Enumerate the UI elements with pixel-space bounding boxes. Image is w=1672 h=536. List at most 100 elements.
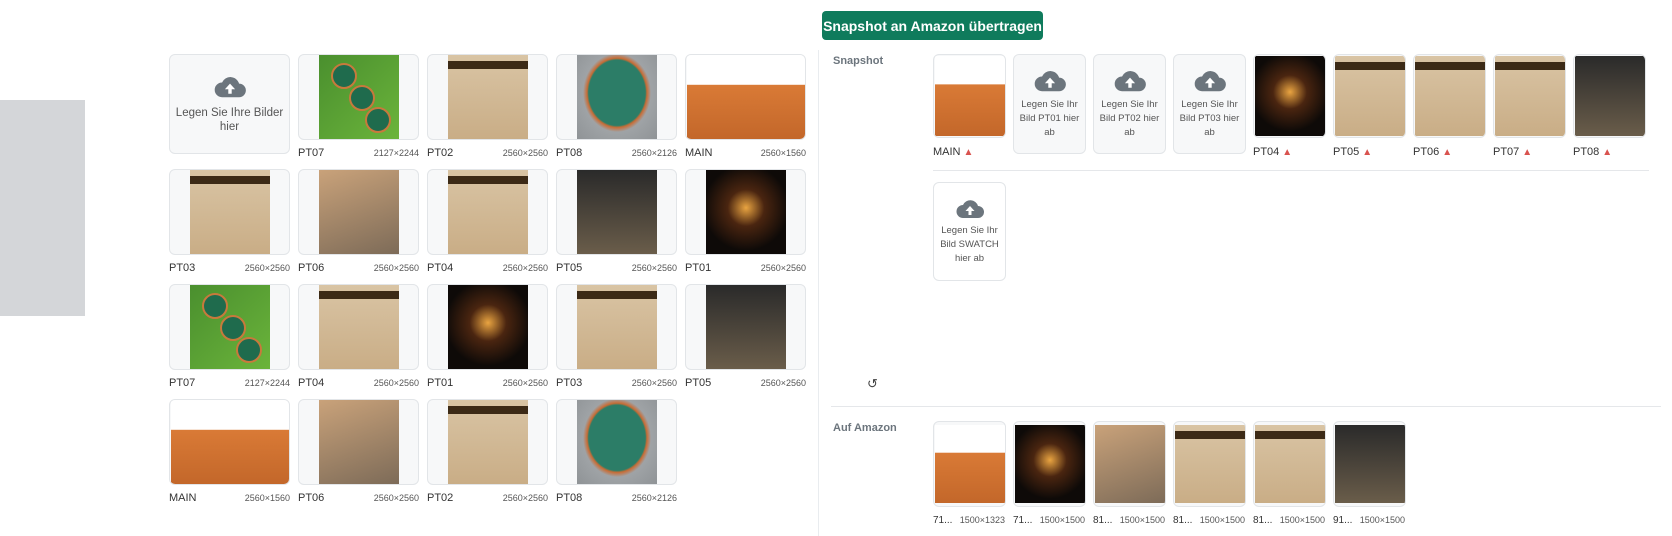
image-pool-item[interactable]: PT08 2560×2126 — [556, 399, 677, 514]
image-name: PT07 — [169, 377, 196, 389]
image-dimensions: 1500×1500 — [1199, 515, 1245, 525]
image-pool-item[interactable]: PT02 2560×2560 — [427, 54, 548, 169]
image-name: PT04 — [298, 377, 325, 389]
slot-name: PT08 — [1573, 146, 1600, 158]
image-pool-item[interactable]: PT03 2560×2560 — [169, 169, 290, 284]
snapshot-slot[interactable]: PT06 ▲ — [1413, 54, 1486, 158]
image-name: PT02 — [427, 147, 454, 159]
image-dimensions: 2560×1560 — [760, 148, 806, 158]
image-pool-item[interactable]: PT04 2560×2560 — [298, 284, 419, 399]
image-name: PT02 — [427, 492, 454, 504]
image-name: PT06 — [298, 262, 325, 274]
snapshot-upload-slot[interactable]: Legen Sie Ihr Bild PT03 hier ab — [1173, 54, 1246, 158]
snapshot-upload-slot[interactable]: Legen Sie Ihr Bild PT01 hier ab — [1013, 54, 1086, 158]
warning-icon: ▲ — [1602, 146, 1613, 158]
image-dimensions: 2560×2560 — [502, 493, 548, 503]
image-pool-item[interactable]: MAIN 2560×1560 — [169, 399, 290, 514]
amazon-image-item[interactable]: 81... 1500×1500 — [1093, 421, 1166, 526]
image-dimensions: 2560×1560 — [244, 493, 290, 503]
image-dimensions: 1500×1500 — [1359, 515, 1405, 525]
amazon-image-item[interactable]: 91... 1500×1500 — [1333, 421, 1406, 526]
slot-name: PT05 — [1333, 146, 1360, 158]
snapshot-transfer-button[interactable]: Snapshot an Amazon übertragen — [822, 11, 1043, 40]
image-name: MAIN — [169, 492, 197, 504]
upload-cloud-icon — [1193, 68, 1227, 94]
image-dimensions: 2560×2560 — [760, 263, 806, 273]
snapshot-grid: MAIN ▲ Legen Sie Ihr Bild PT01 hier ab Lege… — [933, 54, 1646, 158]
amazon-image-item[interactable]: 81... 1500×1500 — [1173, 421, 1246, 526]
upload-label: Legen Sie Ihr Bild PT01 hier ab — [1019, 99, 1080, 138]
product-image — [1014, 425, 1085, 503]
image-pool-item[interactable]: PT06 2560×2560 — [298, 399, 419, 514]
product-image — [1254, 56, 1325, 136]
image-name: PT04 — [427, 262, 454, 274]
image-name: PT03 — [169, 262, 196, 274]
swatch-upload-slot[interactable]: Legen Sie Ihr Bild SWATCH hier ab — [933, 182, 1006, 281]
product-image — [686, 55, 805, 139]
product-image — [447, 55, 528, 139]
image-pool-item[interactable]: PT08 2560×2126 — [556, 54, 677, 169]
swatch-upload-label: Legen Sie Ihr Bild SWATCH hier ab — [940, 224, 999, 264]
slot-name: PT04 — [1253, 146, 1280, 158]
image-pool-item[interactable]: PT02 2560×2560 — [427, 399, 548, 514]
image-name: PT01 — [685, 262, 712, 274]
amazon-image-item[interactable]: 71... 1500×1500 — [1013, 421, 1086, 526]
upload-cloud-icon — [955, 198, 985, 220]
upload-cloud-icon — [213, 74, 247, 100]
image-name: PT05 — [685, 377, 712, 389]
upload-label: Legen Sie Ihr Bild PT02 hier ab — [1099, 99, 1160, 138]
upload-cloud-icon — [1033, 68, 1067, 94]
image-name: 71... — [1013, 515, 1033, 526]
warning-icon: ▲ — [1282, 146, 1293, 158]
product-image — [170, 400, 289, 484]
product-image — [318, 170, 399, 254]
image-dimensions: 2560×2560 — [373, 493, 419, 503]
snapshot-upload-slot[interactable]: Legen Sie Ihr Bild PT02 hier ab — [1093, 54, 1166, 158]
image-pool-item[interactable]: PT03 2560×2560 — [556, 284, 677, 399]
product-image — [447, 400, 528, 484]
image-pool-item[interactable]: PT05 2560×2560 — [556, 169, 677, 284]
image-dimensions: 2560×2560 — [760, 378, 806, 388]
image-dimensions: 2560×2126 — [631, 493, 677, 503]
image-upload-dropzone[interactable]: Legen Sie Ihre Bilder hier — [169, 54, 290, 169]
image-dimensions: 2127×2244 — [373, 148, 419, 158]
image-pool-item[interactable]: PT07 2127×2244 — [169, 284, 290, 399]
image-pool-item[interactable]: PT07 2127×2244 — [298, 54, 419, 169]
slot-name: MAIN — [933, 146, 961, 158]
amazon-image-item[interactable]: 81... 1500×1500 — [1253, 421, 1326, 526]
image-pool-item[interactable]: PT01 2560×2560 — [427, 284, 548, 399]
image-name: 81... — [1093, 515, 1113, 526]
snapshot-slot[interactable]: PT07 ▲ — [1493, 54, 1566, 158]
amazon-image-item[interactable]: 71... 1500×1323 — [933, 421, 1006, 526]
product-image — [705, 285, 786, 369]
image-dimensions: 2127×2244 — [244, 378, 290, 388]
reset-icon[interactable]: ↺ — [867, 376, 878, 392]
product-image — [934, 425, 1005, 503]
image-name: 81... — [1173, 515, 1193, 526]
image-pool-item[interactable]: MAIN 2560×1560 — [685, 54, 806, 169]
image-pool-item[interactable]: PT04 2560×2560 — [427, 169, 548, 284]
snapshot-slot[interactable]: PT05 ▲ — [1333, 54, 1406, 158]
snapshot-slot[interactable]: MAIN ▲ — [933, 54, 1006, 158]
product-image — [189, 170, 270, 254]
upload-label: Legen Sie Ihr Bild PT03 hier ab — [1179, 99, 1240, 138]
warning-icon: ▲ — [1442, 146, 1453, 158]
snapshot-slot[interactable]: PT08 ▲ — [1573, 54, 1646, 158]
image-name: PT01 — [427, 377, 454, 389]
image-pool-grid: Legen Sie Ihre Bilder hier PT07 2127×2244 P… — [169, 54, 809, 514]
image-pool-item[interactable]: PT05 2560×2560 — [685, 284, 806, 399]
image-pool-row: PT03 2560×2560 PT06 2560×2560 PT04 2560×2560 P… — [169, 169, 809, 284]
product-image — [318, 55, 399, 139]
image-name: 81... — [1253, 515, 1273, 526]
product-image — [1574, 56, 1645, 136]
image-pool-item[interactable]: PT06 2560×2560 — [298, 169, 419, 284]
product-image — [1334, 56, 1405, 136]
warning-icon: ▲ — [1362, 146, 1373, 158]
product-image — [1174, 425, 1245, 503]
side-panel-placeholder — [0, 100, 85, 316]
image-pool-item[interactable]: PT01 2560×2560 — [685, 169, 806, 284]
snapshot-slot[interactable]: PT04 ▲ — [1253, 54, 1326, 158]
snapshot-label: Snapshot — [833, 55, 884, 67]
image-dimensions: 2560×2560 — [502, 148, 548, 158]
snapshot-divider — [933, 170, 1649, 171]
